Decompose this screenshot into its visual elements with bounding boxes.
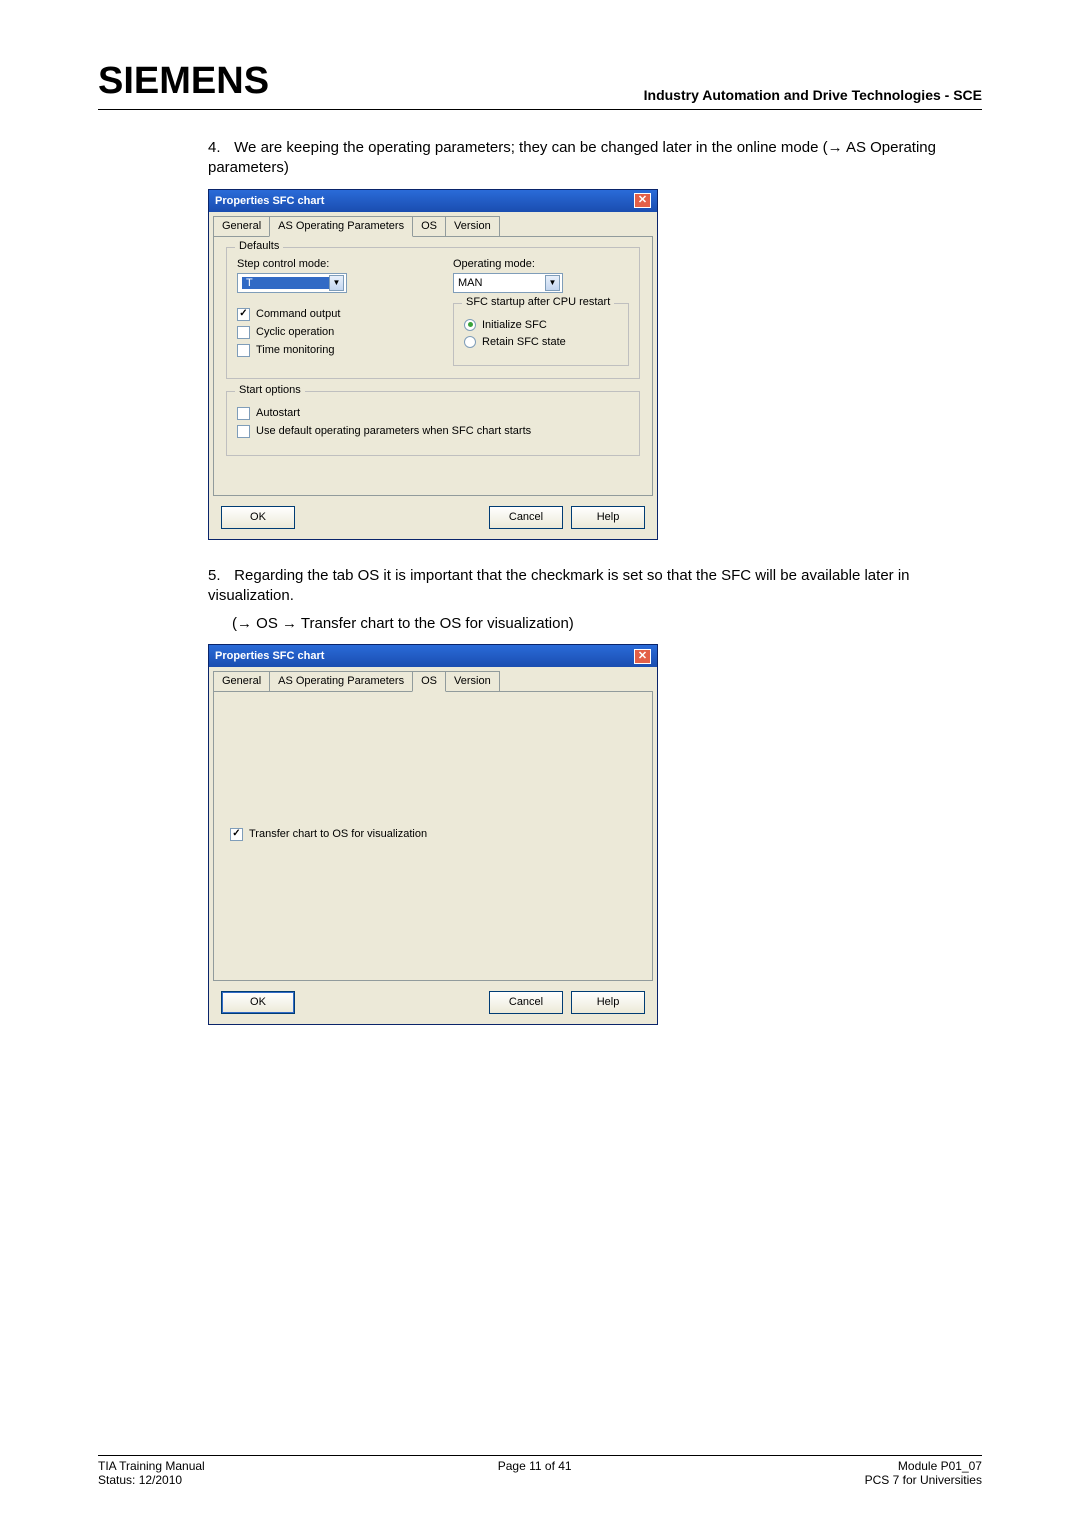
titlebar: Properties SFC chart ✕ <box>209 645 657 667</box>
dialog-as-operating: Properties SFC chart ✕ General AS Operat… <box>208 189 658 540</box>
step-4-body: We are keeping the operating parameters;… <box>208 139 936 176</box>
step-control-combo[interactable]: T ▼ <box>237 273 347 293</box>
tab-version[interactable]: Version <box>445 216 500 236</box>
footer-left: TIA Training Manual Status: 12/2010 <box>98 1459 205 1487</box>
label-cyclic-operation: Cyclic operation <box>256 326 334 338</box>
label-transfer-to-os: Transfer chart to OS for visualization <box>249 828 427 840</box>
checkbox-use-default-params[interactable] <box>237 425 250 438</box>
tab-version[interactable]: Version <box>445 671 500 691</box>
group-start-options-legend: Start options <box>235 384 305 396</box>
step-5-sub: (→ OS → Transfer chart to the OS for vis… <box>232 614 982 634</box>
footer-right: Module P01_07 PCS 7 for Universities <box>865 1459 982 1487</box>
step-5-text: 5. Regarding the tab OS it is important … <box>208 566 982 607</box>
header-subtitle: Industry Automation and Drive Technologi… <box>644 87 982 103</box>
checkbox-command-output[interactable] <box>237 308 250 321</box>
group-start-options: Start options Autostart Use default oper… <box>226 391 640 456</box>
group-sfc-startup: SFC startup after CPU restart Initialize… <box>453 303 629 366</box>
group-defaults-legend: Defaults <box>235 240 283 252</box>
label-retain-sfc: Retain SFC state <box>482 336 566 348</box>
tab-os[interactable]: OS <box>412 671 446 692</box>
group-sfc-startup-legend: SFC startup after CPU restart <box>462 296 614 308</box>
help-button[interactable]: Help <box>571 991 645 1014</box>
tab-as-operating[interactable]: AS Operating Parameters <box>269 216 413 237</box>
label-time-monitoring: Time monitoring <box>256 344 334 356</box>
step-control-label: Step control mode: <box>237 258 413 270</box>
label-autostart: Autostart <box>256 407 300 419</box>
step-5-number: 5. <box>208 566 230 586</box>
chevron-down-icon[interactable]: ▼ <box>545 275 560 291</box>
close-icon[interactable]: ✕ <box>634 193 651 208</box>
help-button[interactable]: Help <box>571 506 645 529</box>
tab-os[interactable]: OS <box>412 216 446 236</box>
footer-center: Page 11 of 41 <box>498 1459 572 1487</box>
dialog-button-row: OK Cancel Help <box>209 981 657 1024</box>
footer-left-2: Status: 12/2010 <box>98 1473 205 1487</box>
close-icon[interactable]: ✕ <box>634 649 651 664</box>
footer-center-1: Page 11 of 41 <box>498 1459 572 1473</box>
dialog-title: Properties SFC chart <box>215 650 324 662</box>
radio-retain-sfc[interactable] <box>464 336 476 348</box>
dialog-button-row: OK Cancel Help <box>209 496 657 539</box>
checkbox-cyclic-operation[interactable] <box>237 326 250 339</box>
page-footer: TIA Training Manual Status: 12/2010 Page… <box>98 1455 982 1487</box>
dialog-os: Properties SFC chart ✕ General AS Operat… <box>208 644 658 1025</box>
checkbox-time-monitoring[interactable] <box>237 344 250 357</box>
chevron-down-icon[interactable]: ▼ <box>329 275 344 291</box>
checkbox-autostart[interactable] <box>237 407 250 420</box>
label-use-default-params: Use default operating parameters when SF… <box>256 425 531 437</box>
tab-panel-asop: Defaults Step control mode: T ▼ Command … <box>213 236 653 496</box>
group-defaults: Defaults Step control mode: T ▼ Command … <box>226 247 640 379</box>
step-4-number: 4. <box>208 138 230 158</box>
tab-general[interactable]: General <box>213 671 270 691</box>
titlebar: Properties SFC chart ✕ <box>209 190 657 212</box>
page: SIEMENS Industry Automation and Drive Te… <box>0 0 1080 1527</box>
label-initialize-sfc: Initialize SFC <box>482 319 547 331</box>
checkbox-transfer-to-os[interactable] <box>230 828 243 841</box>
operating-mode-label: Operating mode: <box>453 258 629 270</box>
ok-button[interactable]: OK <box>221 506 295 529</box>
tab-panel-os: Transfer chart to OS for visualization <box>213 691 653 981</box>
brand-logo: SIEMENS <box>98 60 269 103</box>
radio-initialize-sfc[interactable] <box>464 319 476 331</box>
footer-right-2: PCS 7 for Universities <box>865 1473 982 1487</box>
tab-as-operating[interactable]: AS Operating Parameters <box>269 671 413 691</box>
tabstrip: General AS Operating Parameters OS Versi… <box>209 212 657 236</box>
cancel-button[interactable]: Cancel <box>489 506 563 529</box>
operating-mode-combo[interactable]: MAN ▼ <box>453 273 563 293</box>
footer-left-1: TIA Training Manual <box>98 1459 205 1473</box>
operating-mode-value: MAN <box>458 277 545 289</box>
ok-button[interactable]: OK <box>221 991 295 1014</box>
page-header: SIEMENS Industry Automation and Drive Te… <box>98 60 982 110</box>
cancel-button[interactable]: Cancel <box>489 991 563 1014</box>
step-4-text: 4. We are keeping the operating paramete… <box>208 138 982 179</box>
step-control-value: T <box>242 277 329 289</box>
step-5-body: Regarding the tab OS it is important tha… <box>208 567 910 604</box>
tabstrip: General AS Operating Parameters OS Versi… <box>209 667 657 691</box>
tab-general[interactable]: General <box>213 216 270 236</box>
footer-right-1: Module P01_07 <box>865 1459 982 1473</box>
label-command-output: Command output <box>256 308 340 320</box>
dialog-title: Properties SFC chart <box>215 195 324 207</box>
